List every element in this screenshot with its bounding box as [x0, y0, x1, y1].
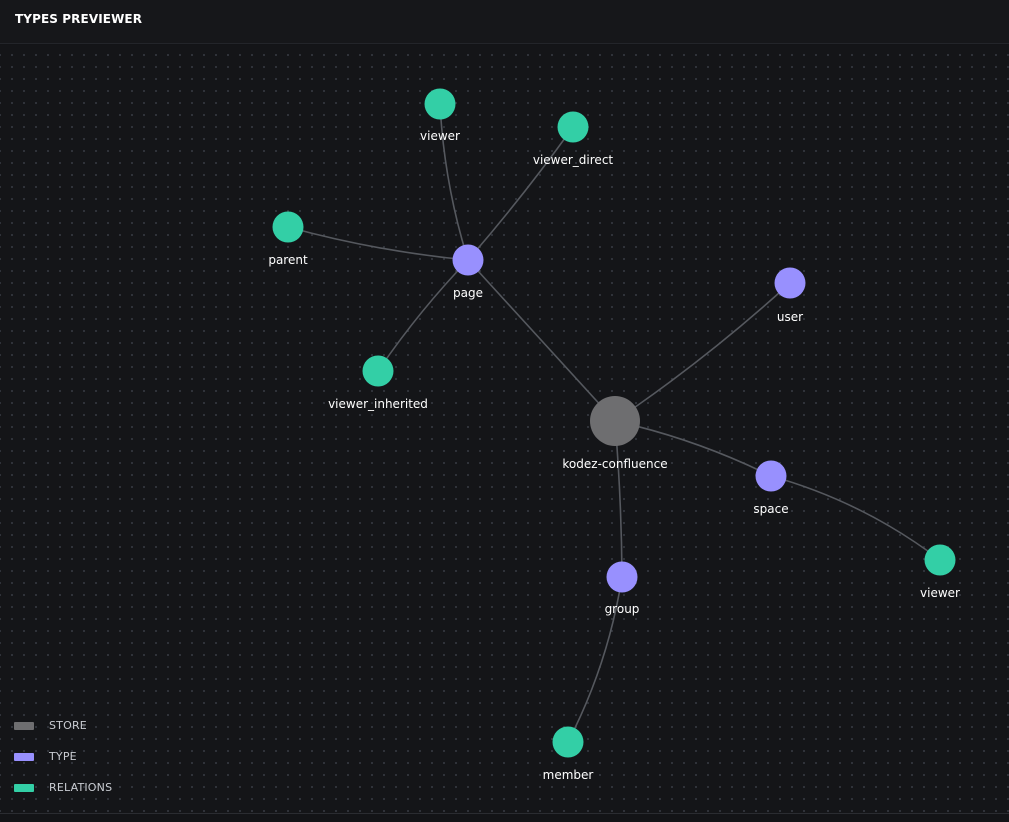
type-graph[interactable]: kodez-confluence page user space group viewer…: [0, 0, 1009, 822]
node-space[interactable]: space: [753, 460, 789, 517]
node-page-viewer[interactable]: viewer: [420, 88, 460, 144]
legend-item-store: STORE: [14, 710, 112, 741]
legend-item-type: TYPE: [14, 741, 112, 772]
edge-page-page-viewer: [439, 103, 469, 261]
node-label-page-parent: parent: [268, 253, 308, 267]
node-circle-store[interactable]: [590, 396, 640, 446]
nodes-layer: kodez-confluence page user space group viewer…: [268, 88, 960, 783]
edge-page-page-viewer-inherited: [377, 259, 469, 372]
node-circle-user[interactable]: [774, 267, 806, 299]
node-circle-page-parent[interactable]: [272, 211, 304, 243]
types-previewer-window: TYPES PREVIEWER kodez-confluence page user…: [0, 0, 1009, 822]
legend-label-store: STORE: [49, 719, 87, 732]
node-circle-space-viewer[interactable]: [924, 544, 956, 576]
node-group-member[interactable]: member: [543, 726, 594, 783]
node-circle-space[interactable]: [755, 460, 787, 492]
edge-page-page-parent: [287, 226, 469, 261]
node-label-page-viewer-direct: viewer_direct: [533, 153, 614, 167]
legend: STORE TYPE RELATIONS: [14, 710, 112, 803]
legend-label-type: TYPE: [49, 750, 77, 763]
node-page-parent[interactable]: parent: [268, 211, 308, 268]
edge-store-user: [614, 282, 791, 422]
node-circle-group-member[interactable]: [552, 726, 584, 758]
legend-swatch-store: [14, 721, 34, 730]
node-label-group: group: [605, 602, 640, 616]
legend-swatch-relations: [14, 783, 34, 792]
footer-divider: [0, 813, 1009, 814]
node-group[interactable]: group: [605, 561, 640, 617]
node-circle-group[interactable]: [606, 561, 638, 593]
node-label-group-member: member: [543, 768, 594, 782]
node-space-viewer[interactable]: viewer: [920, 544, 960, 601]
node-user[interactable]: user: [774, 267, 806, 325]
edge-space-space-viewer: [770, 475, 941, 561]
node-page-viewer-inherited[interactable]: viewer_inherited: [328, 355, 428, 412]
node-page-viewer-direct[interactable]: viewer_direct: [533, 111, 614, 168]
node-store[interactable]: kodez-confluence: [562, 396, 668, 471]
edge-store-page: [467, 259, 616, 422]
node-label-store: kodez-confluence: [562, 457, 667, 471]
node-circle-page[interactable]: [452, 244, 484, 276]
node-label-page-viewer: viewer: [420, 129, 460, 143]
edge-page-page-viewer-direct: [467, 126, 574, 261]
node-circle-page-viewer[interactable]: [424, 88, 456, 120]
legend-swatch-type: [14, 752, 34, 761]
node-label-user: user: [777, 310, 803, 324]
node-label-page: page: [453, 286, 483, 300]
node-label-page-viewer-inherited: viewer_inherited: [328, 397, 428, 411]
legend-item-relations: RELATIONS: [14, 772, 112, 803]
node-circle-page-viewer-inherited[interactable]: [362, 355, 394, 387]
node-label-space: space: [753, 502, 788, 516]
legend-label-relations: RELATIONS: [49, 781, 113, 794]
node-circle-page-viewer-direct[interactable]: [557, 111, 589, 143]
node-label-space-viewer: viewer: [920, 586, 960, 600]
